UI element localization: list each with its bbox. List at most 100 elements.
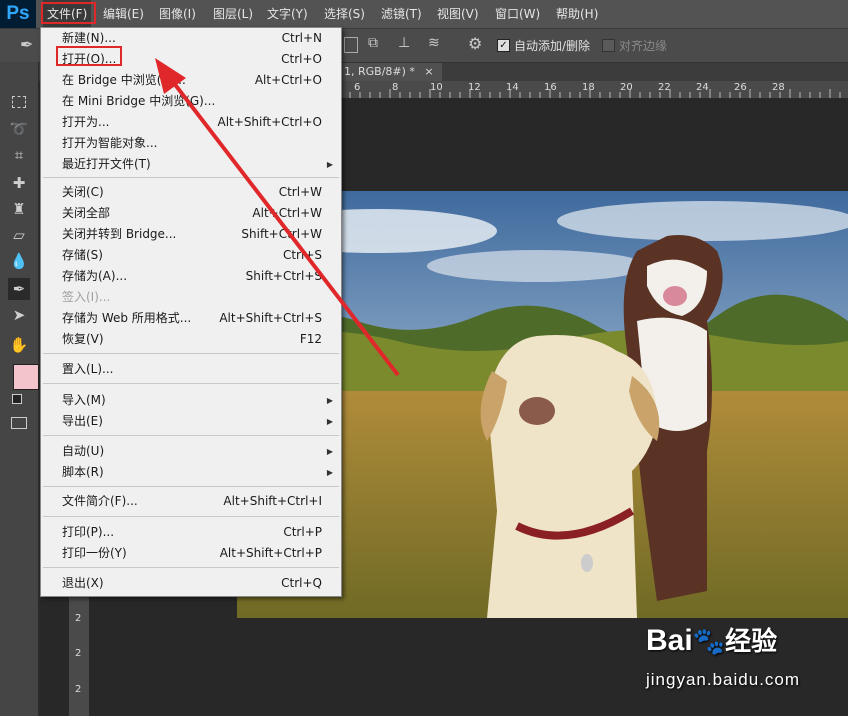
submenu-arrow-icon: ▶ (326, 468, 333, 477)
menu-filter[interactable]: 滤镜(T) (381, 0, 422, 28)
blur-tool-icon[interactable]: 💧 (8, 250, 30, 272)
stamp-tool-icon[interactable]: ♜ (8, 198, 30, 220)
menu-item-file-info[interactable]: 文件简介(F)... Alt+Shift+Ctrl+I (41, 491, 341, 512)
path-combine-icon[interactable] (344, 37, 358, 53)
menu-item-shortcut: Shift+Ctrl+W (241, 227, 322, 241)
align-edges-checkbox[interactable] (602, 39, 615, 52)
menu-item-label: 恢复(V) (62, 332, 104, 346)
menu-item-save[interactable]: 存储(S) Ctrl+S (41, 245, 341, 266)
menu-item-exit[interactable]: 退出(X) Ctrl+Q (41, 573, 341, 594)
menu-window[interactable]: 窗口(W) (495, 0, 540, 28)
watermark-brand: Bai (646, 624, 693, 657)
menu-item-shortcut: F12 (299, 332, 322, 346)
menu-item-label: 文件简介(F)... (62, 494, 138, 508)
lasso-tool-icon[interactable]: ➰ (8, 118, 30, 140)
menu-item-revert[interactable]: 恢复(V) F12 (41, 329, 341, 350)
pen-tool-preset-icon[interactable]: ✒ (20, 35, 33, 54)
menu-item-shortcut: Alt+Ctrl+O (254, 73, 322, 87)
path-stack-icon[interactable]: ≋ (428, 35, 440, 51)
default-colors-icon[interactable] (12, 394, 22, 404)
file-menu-dropdown: 新建(N)... Ctrl+N 打开(O)... Ctrl+O 在 Bridge 中… (40, 27, 342, 597)
ruler-tick-label: 2 (75, 648, 82, 659)
menu-item-label: 关闭并转到 Bridge... (62, 227, 177, 241)
menu-item-shortcut: Alt+Shift+Ctrl+O (217, 115, 322, 129)
watermark-brand-2: 经验 (725, 626, 778, 656)
document-tab-title: 1, RGB/8#) * (344, 65, 415, 78)
menu-separator (43, 435, 339, 436)
menu-separator (43, 177, 339, 178)
path-align-icon[interactable]: ⊥ (398, 35, 410, 51)
menu-item-print[interactable]: 打印(P)... Ctrl+P (41, 522, 341, 543)
menu-bar: Ps 文件(F) 编辑(E) 图像(I) 图层(L) 文字(Y) 选择(S) 滤… (0, 0, 848, 29)
menu-item-label: 打印一份(Y) (62, 546, 127, 560)
menu-item-label: 关闭全部 (62, 206, 111, 220)
menu-edit[interactable]: 编辑(E) (103, 0, 144, 28)
menu-item-open-recent[interactable]: 最近打开文件(T) ▶ (41, 154, 341, 175)
menu-item-label: 置入(L)... (62, 362, 114, 376)
menu-item-automate[interactable]: 自动(U) ▶ (41, 441, 341, 462)
menu-item-label: 导入(M) (62, 393, 106, 407)
menu-view[interactable]: 视图(V) (437, 0, 479, 28)
menu-separator (43, 353, 339, 354)
menu-item-shortcut: Alt+Ctrl+W (252, 206, 322, 220)
menu-item-browse-in-bridge[interactable]: 在 Bridge 中浏览(B)... Alt+Ctrl+O (41, 70, 341, 91)
menu-item-place[interactable]: 置入(L)... (41, 359, 341, 380)
menu-item-close-and-go-to-bridge[interactable]: 关闭并转到 Bridge... Shift+Ctrl+W (41, 224, 341, 245)
menu-item-scripts[interactable]: 脚本(R) ▶ (41, 462, 341, 483)
menu-item-open-as-smart-object[interactable]: 打开为智能对象... (41, 133, 341, 154)
menu-select[interactable]: 选择(S) (324, 0, 365, 28)
menu-item-label: 在 Bridge 中浏览(B)... (62, 73, 186, 87)
menu-separator (43, 567, 339, 568)
menu-item-shortcut: Ctrl+N (281, 31, 322, 45)
menu-item-label: 打印(P)... (62, 525, 115, 539)
submenu-arrow-icon: ▶ (326, 447, 333, 456)
menu-help[interactable]: 帮助(H) (556, 0, 598, 28)
menu-item-save-as[interactable]: 存储为(A)... Shift+Ctrl+S (41, 266, 341, 287)
menu-item-label: 最近打开文件(T) (62, 157, 151, 171)
menu-item-label: 自动(U) (62, 444, 105, 458)
path-selection-icon[interactable]: ➤ (8, 304, 30, 326)
align-edges-label: 对齐边缘 (619, 39, 668, 53)
photoshop-logo: Ps (0, 0, 36, 28)
gear-icon[interactable]: ⚙ (468, 34, 482, 53)
submenu-arrow-icon: ▶ (326, 396, 333, 405)
menu-item-browse-in-mini-bridge[interactable]: 在 Mini Bridge 中浏览(G)... (41, 91, 341, 112)
eraser-tool-icon[interactable]: ▱ (8, 224, 30, 246)
document-tab[interactable]: 1, RGB/8#) * × (336, 63, 442, 81)
menu-item-label: 在 Mini Bridge 中浏览(G)... (62, 94, 216, 108)
menu-item-label: 存储为 Web 所用格式... (62, 311, 192, 325)
menu-item-open-as[interactable]: 打开为... Alt+Shift+Ctrl+O (41, 112, 341, 133)
menu-separator (43, 383, 339, 384)
close-icon[interactable]: × (424, 65, 433, 78)
watermark-url: jingyan.baidu.com (646, 670, 801, 689)
menu-item-close-all[interactable]: 关闭全部 Alt+Ctrl+W (41, 203, 341, 224)
hand-tool-icon[interactable]: ✋ (8, 334, 30, 356)
menu-item-shortcut: Ctrl+P (283, 525, 322, 539)
menu-item-shortcut: Ctrl+S (282, 248, 322, 262)
menu-item-label: 签入(I)... (62, 290, 111, 304)
menu-item-label: 打开为智能对象... (62, 136, 158, 150)
auto-add-checkbox[interactable]: ✓ (497, 39, 510, 52)
menu-layer[interactable]: 图层(L) (213, 0, 253, 28)
menu-item-shortcut: Ctrl+O (281, 52, 322, 66)
menu-item-save-for-web[interactable]: 存储为 Web 所用格式... Alt+Shift+Ctrl+S (41, 308, 341, 329)
menu-item-close[interactable]: 关闭(C) Ctrl+W (41, 182, 341, 203)
menu-image[interactable]: 图像(I) (159, 0, 196, 28)
foreground-color-swatch[interactable] (13, 364, 39, 390)
crop-tool-icon[interactable]: ⌗ (8, 144, 30, 166)
menu-item-label: 退出(X) (62, 576, 104, 590)
submenu-arrow-icon: ▶ (326, 160, 333, 169)
open-item-highlight-box (56, 46, 122, 66)
marquee-tool-icon[interactable] (8, 92, 30, 114)
menu-item-print-one-copy[interactable]: 打印一份(Y) Alt+Shift+Ctrl+P (41, 543, 341, 564)
ruler-tick-label: 2 (75, 613, 82, 624)
menu-type[interactable]: 文字(Y) (267, 0, 308, 28)
ruler-tick-label: 2 (75, 684, 82, 695)
healing-brush-icon[interactable]: ✚ (8, 172, 30, 194)
menu-item-export[interactable]: 导出(E) ▶ (41, 411, 341, 432)
pen-tool-icon[interactable]: ✒ (8, 278, 30, 300)
quick-mask-icon[interactable] (11, 417, 27, 429)
baidu-jingyan-watermark: Bai🐾经验 jingyan.baidu.com (646, 624, 800, 690)
path-arrange-icon[interactable]: ⧉ (368, 35, 378, 51)
menu-item-import[interactable]: 导入(M) ▶ (41, 390, 341, 411)
